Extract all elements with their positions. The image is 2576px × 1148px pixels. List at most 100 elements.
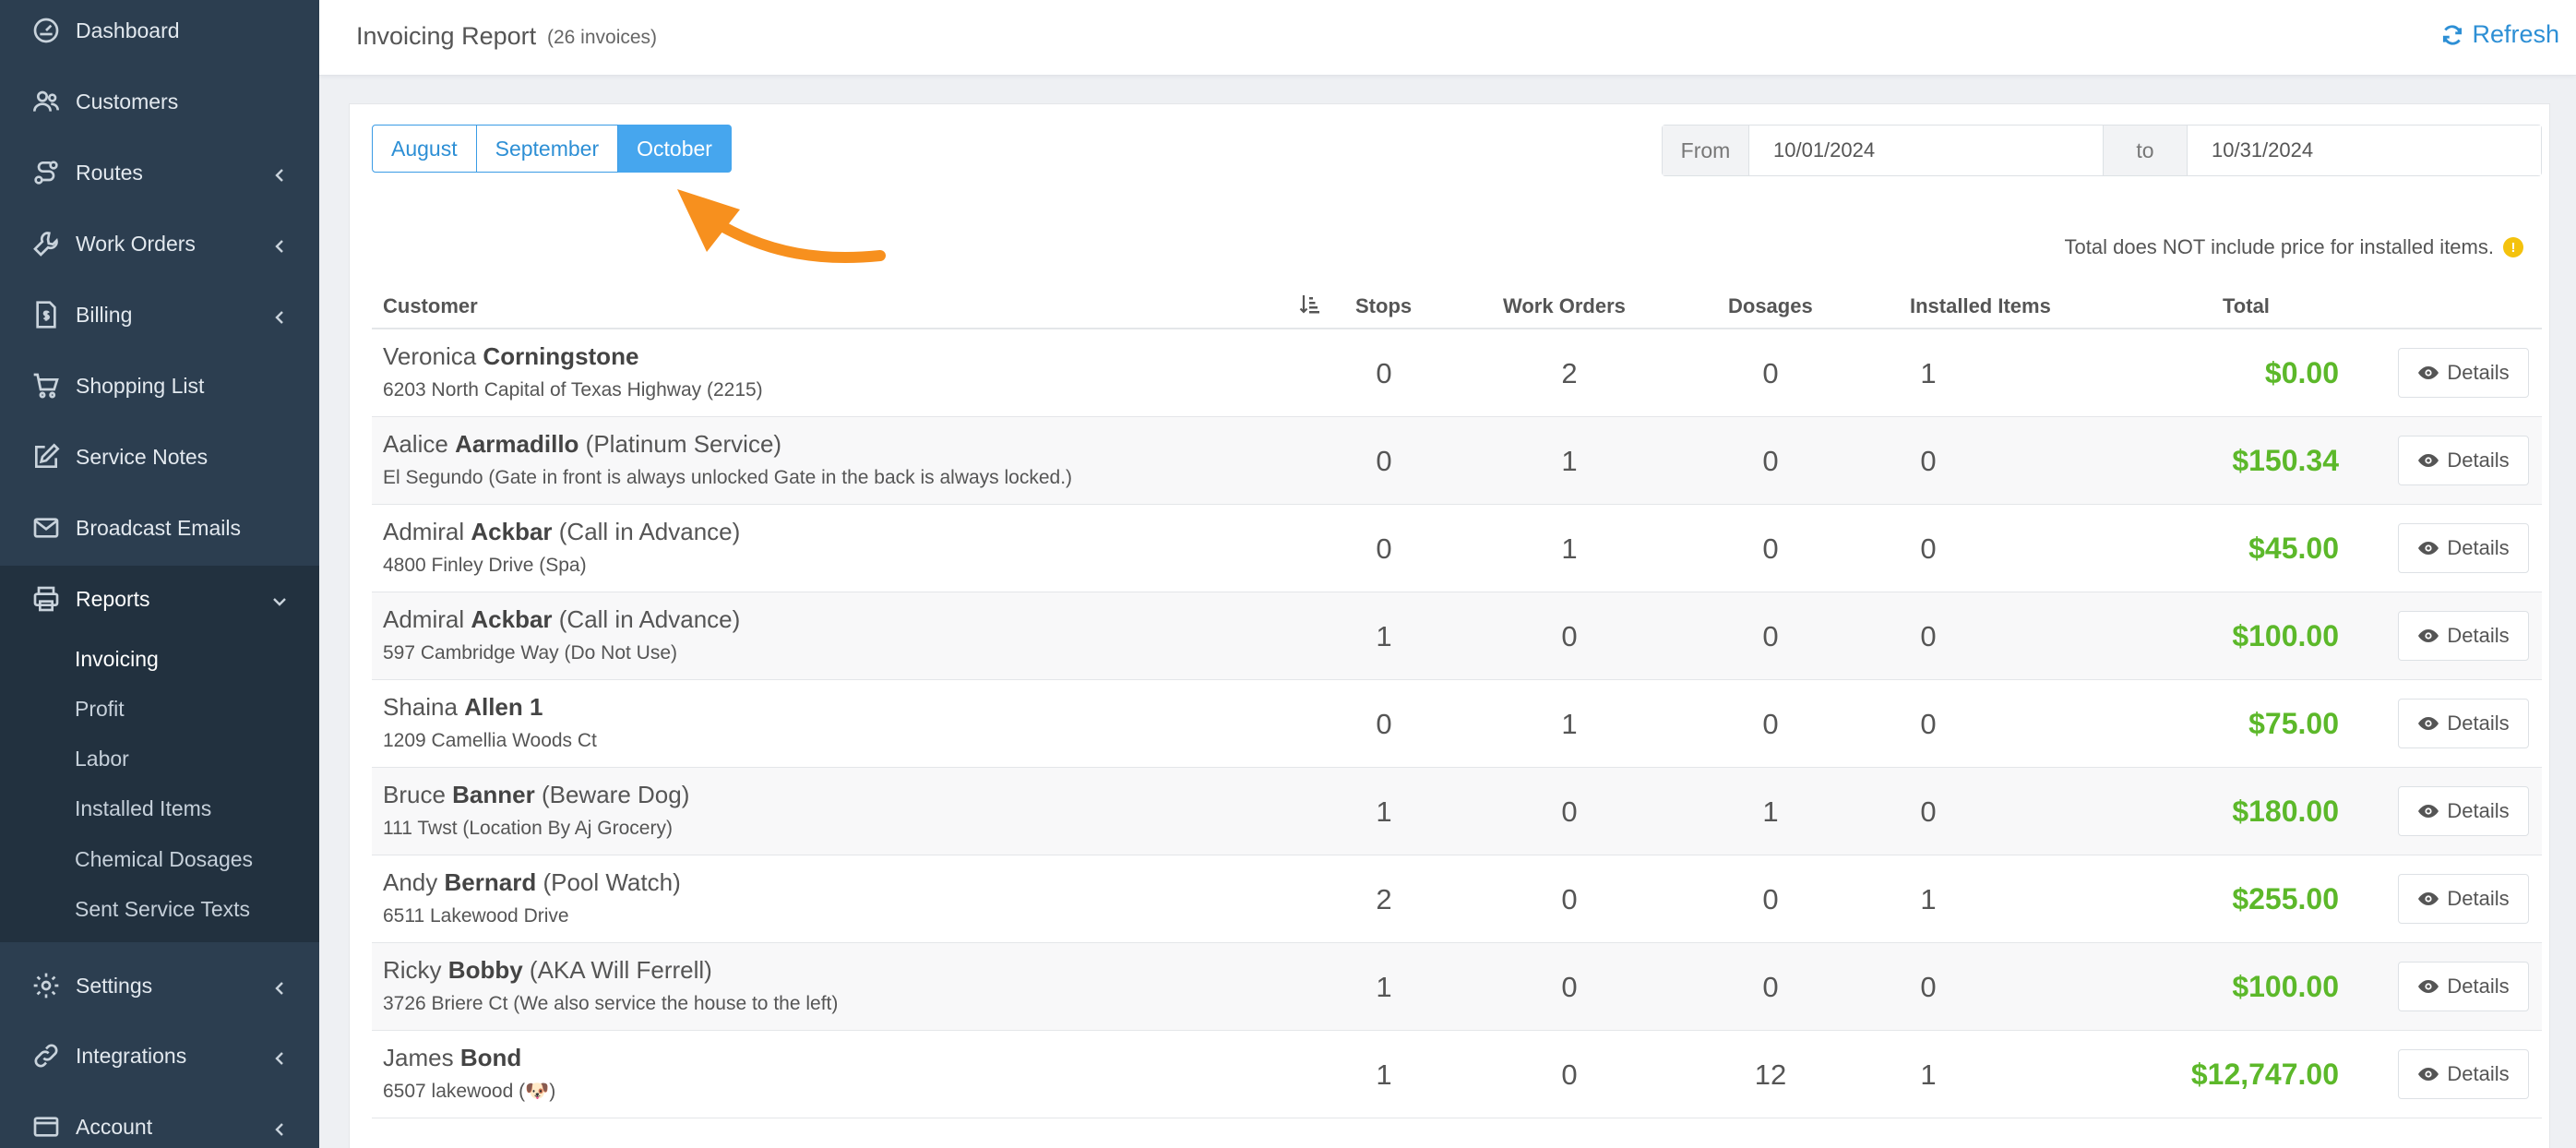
customer-last-name: Corningstone (483, 342, 639, 370)
dosages-cell: 0 (1762, 708, 1779, 740)
sort-icon[interactable] (1299, 293, 1319, 317)
customer-first-name: Bruce (383, 781, 446, 808)
total-cell: $180.00 (2232, 795, 2339, 828)
eye-icon (2418, 805, 2439, 818)
submenu-item-invoicing[interactable]: Invoicing (75, 640, 159, 677)
month-selector: August September October (372, 125, 732, 173)
details-button[interactable]: Details (2398, 874, 2529, 924)
sidebar-item-broadcast-emails[interactable]: Broadcast Emails (0, 495, 319, 561)
work-orders-cell: 0 (1561, 883, 1578, 915)
sidebar-item-label: Work Orders (76, 231, 196, 256)
annotation-arrow (677, 189, 886, 264)
eye-icon (2418, 629, 2439, 642)
details-button[interactable]: Details (2398, 523, 2529, 573)
customer-name[interactable]: Andy Bernard (Pool Watch) (383, 868, 681, 897)
month-september-button[interactable]: September (476, 125, 619, 173)
customer-address: 4800 Finley Drive (Spa) (383, 555, 587, 576)
customer-name[interactable]: Bruce Banner (Beware Dog) (383, 781, 689, 809)
sidebar-item-customers[interactable]: Customers (0, 68, 319, 135)
sidebar-item-work-orders[interactable]: Work Orders (0, 210, 319, 277)
table-row: Admiral Ackbar (Call in Advance) 597 Camb… (372, 592, 2542, 680)
submenu-item-chemical-dosages[interactable]: Chemical Dosages (75, 841, 253, 878)
total-cell: $0.00 (2264, 356, 2339, 389)
total-cell: $75.00 (2248, 707, 2339, 740)
work-orders-cell: 0 (1561, 1058, 1578, 1091)
details-button[interactable]: Details (2398, 436, 2529, 485)
eye-icon (2418, 980, 2439, 993)
sidebar-item-service-notes[interactable]: Service Notes (0, 424, 319, 490)
sidebar-item-account[interactable]: Account (0, 1094, 319, 1148)
work-orders-cell: 0 (1561, 620, 1578, 652)
column-header-customer[interactable]: Customer (383, 294, 478, 318)
submenu-item-sent-service-texts[interactable]: Sent Service Texts (75, 891, 250, 927)
sidebar-item-label: Integrations (76, 1043, 187, 1068)
details-button[interactable]: Details (2398, 611, 2529, 661)
submenu-item-labor[interactable]: Labor (75, 740, 129, 777)
customer-name[interactable]: Admiral Ackbar (Call in Advance) (383, 518, 740, 546)
table-row: Shaina Allen 1 1209 Camellia Woods Ct 0 1 0… (372, 680, 2542, 768)
customer-last-name: Bobby (447, 956, 523, 984)
sidebar-item-billing[interactable]: Billing (0, 281, 319, 348)
customer-name[interactable]: Veronica Corningstone (383, 342, 638, 371)
work-orders-cell: 2 (1561, 357, 1578, 389)
reports-submenu: Invoicing Profit Labor Installed Items C… (0, 630, 319, 942)
total-note-text: Total does NOT include price for install… (2064, 235, 2494, 258)
dosages-cell: 12 (1754, 1058, 1787, 1091)
month-october-button[interactable]: October (618, 125, 732, 173)
refresh-button[interactable]: Refresh (2440, 20, 2559, 49)
to-date-input[interactable] (2188, 126, 2541, 175)
details-label: Details (2447, 1062, 2510, 1085)
chevron-left-icon (271, 306, 288, 324)
work-orders-cell: 1 (1561, 445, 1578, 477)
eye-icon (2418, 454, 2439, 467)
sidebar-item-label: Billing (76, 302, 133, 327)
sidebar-item-shopping-list[interactable]: Shopping List (0, 353, 319, 419)
customer-tag: (Pool Watch) (543, 868, 681, 896)
table-header: Customer Stops Work Orders Dosages Insta… (372, 280, 2542, 329)
details-button[interactable]: Details (2398, 348, 2529, 398)
customer-name[interactable]: Admiral Ackbar (Call in Advance) (383, 605, 740, 634)
customer-address: 111 Twst (Location By Aj Grocery) (383, 818, 673, 839)
details-button[interactable]: Details (2398, 786, 2529, 836)
refresh-label: Refresh (2472, 20, 2559, 48)
customer-name[interactable]: Aalice Aarmadillo (Platinum Service) (383, 430, 781, 459)
details-button[interactable]: Details (2398, 699, 2529, 748)
eye-icon (2418, 542, 2439, 555)
refresh-icon (2443, 24, 2463, 45)
sidebar-item-reports[interactable]: Reports (0, 566, 319, 632)
details-label: Details (2447, 887, 2510, 910)
link-icon (30, 1039, 63, 1072)
submenu-item-profit[interactable]: Profit (75, 690, 125, 727)
installed-items-cell: 1 (1920, 883, 1937, 915)
customer-name[interactable]: James Bond (383, 1044, 521, 1072)
eye-icon (2418, 1068, 2439, 1081)
info-icon[interactable]: ! (2503, 237, 2523, 257)
stops-cell: 1 (1376, 795, 1392, 828)
customer-name[interactable]: Ricky Bobby (AKA Will Ferrell) (383, 956, 712, 985)
stops-cell: 0 (1376, 532, 1392, 565)
customer-last-name: Ackbar (471, 518, 553, 545)
customer-name[interactable]: Shaina Allen 1 (383, 693, 543, 722)
chevron-left-icon (271, 977, 288, 995)
customer-last-name: Bond (459, 1044, 522, 1071)
sidebar-item-label: Customers (76, 89, 179, 114)
column-header-installed-items: Installed Items (1910, 294, 2051, 317)
customer-first-name: Ricky (383, 956, 442, 984)
customer-address: 597 Cambridge Way (Do Not Use) (383, 642, 677, 664)
customer-tag: (Platinum Service) (585, 430, 782, 458)
customer-address: 6511 Lakewood Drive (383, 905, 569, 927)
details-button[interactable]: Details (2398, 962, 2529, 1011)
submenu-item-installed-items[interactable]: Installed Items (75, 790, 211, 827)
chevron-left-icon (271, 1118, 288, 1136)
details-button[interactable]: Details (2398, 1049, 2529, 1099)
details-label: Details (2447, 799, 2510, 822)
from-date-input[interactable] (1749, 126, 2103, 175)
chevron-left-icon (271, 164, 288, 182)
sidebar-item-routes[interactable]: Routes (0, 139, 319, 206)
sidebar-item-settings[interactable]: Settings (0, 952, 319, 1019)
installed-items-cell: 0 (1920, 445, 1937, 477)
sidebar-item-integrations[interactable]: Integrations (0, 1022, 319, 1089)
month-august-button[interactable]: August (372, 125, 477, 173)
dashboard-icon (30, 14, 63, 47)
sidebar-item-dashboard[interactable]: Dashboard (0, 0, 319, 64)
